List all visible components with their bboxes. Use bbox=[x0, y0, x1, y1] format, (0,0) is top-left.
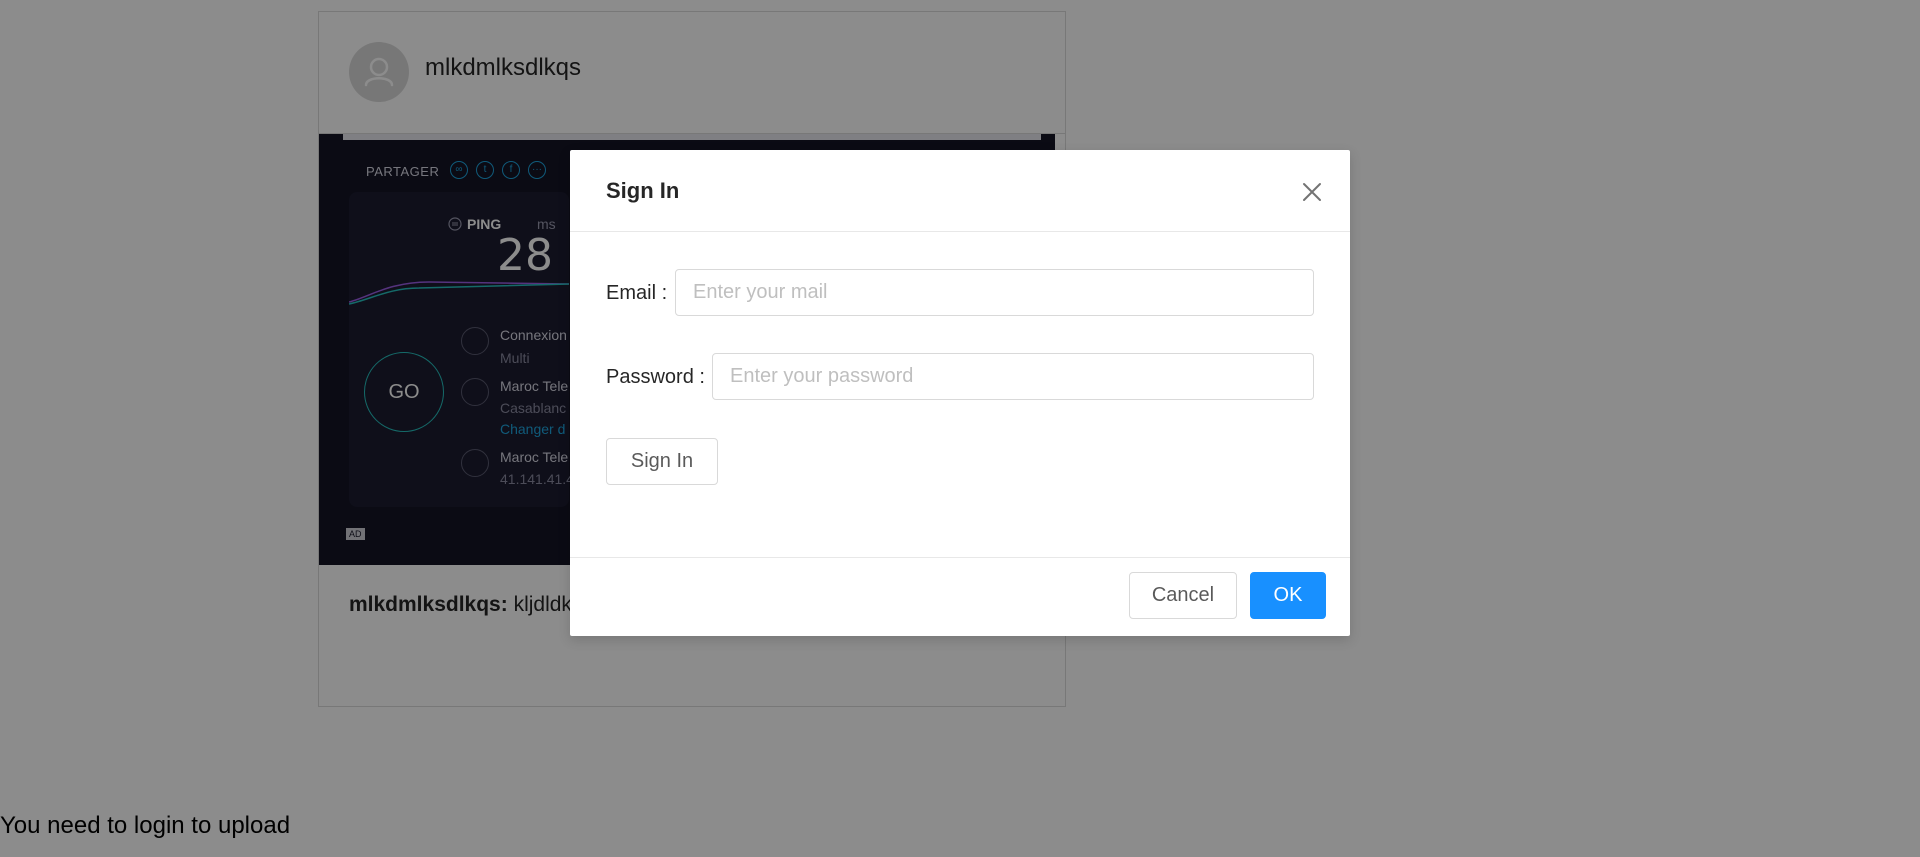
close-button[interactable] bbox=[1292, 172, 1332, 212]
ok-button[interactable]: OK bbox=[1250, 572, 1326, 619]
close-icon bbox=[1303, 183, 1321, 201]
modal-header: Sign In bbox=[570, 150, 1350, 232]
email-field[interactable] bbox=[675, 269, 1314, 316]
password-label: Password : bbox=[606, 366, 705, 388]
modal-footer: Cancel OK bbox=[570, 557, 1350, 636]
email-label: Email : bbox=[606, 282, 668, 304]
sign-in-button[interactable]: Sign In bbox=[606, 438, 718, 485]
cancel-button[interactable]: Cancel bbox=[1129, 572, 1237, 619]
sign-in-modal: Sign In Email : Password : Sign In Cance… bbox=[570, 150, 1350, 636]
password-field[interactable] bbox=[712, 353, 1314, 400]
modal-title: Sign In bbox=[606, 178, 680, 203]
